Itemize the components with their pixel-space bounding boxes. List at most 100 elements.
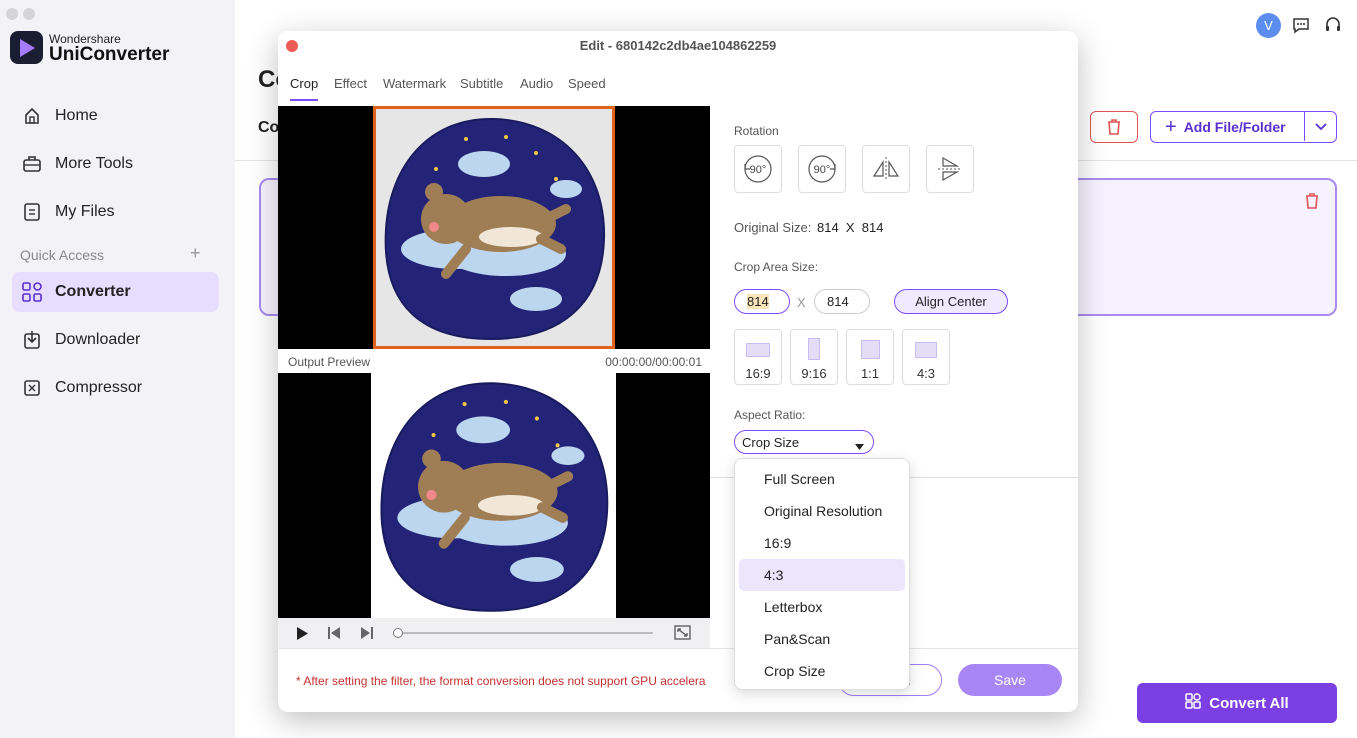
rotate-right-icon: 90° [808, 155, 836, 183]
aspect-ratio-value: Crop Size [742, 434, 800, 450]
sidebar: Wondershare UniConverter Home More Tools… [0, 0, 235, 738]
trash-icon [1105, 118, 1123, 141]
sidebar-item-my-files[interactable]: My Files [12, 192, 219, 232]
aspect-9-16-icon [808, 338, 820, 360]
bear-image [380, 382, 609, 612]
aspect-ratio-dropdown: Full Screen Original Resolution 16:9 4:3… [734, 458, 910, 690]
sidebar-item-home[interactable]: Home [12, 96, 219, 136]
aspect-9-16-button[interactable]: 9:16 [790, 329, 838, 385]
headset-icon[interactable] [1321, 13, 1345, 37]
aspect-ratio-label: Aspect Ratio: [734, 408, 806, 422]
add-file-label: Add File/Folder [1183, 119, 1286, 135]
dropdown-option-letterbox[interactable]: Letterbox [739, 591, 905, 623]
dropdown-option-crop-size[interactable]: Crop Size [739, 655, 905, 687]
crop-frame[interactable] [373, 106, 615, 349]
sidebar-item-label: My Files [55, 203, 115, 220]
rotation-label: Rotation [734, 124, 779, 138]
quick-access-label: Quick Access [20, 247, 105, 263]
convert-icon [1185, 693, 1202, 713]
sidebar-item-compressor[interactable]: Compressor [12, 368, 219, 408]
tab-subtitle[interactable]: Subtitle [460, 76, 503, 91]
add-quick-access-icon[interactable]: + [190, 243, 201, 264]
bear-image [384, 117, 606, 341]
timeline-track[interactable] [398, 632, 653, 634]
next-frame-icon[interactable] [359, 626, 375, 645]
tab-audio[interactable]: Audio [520, 76, 553, 91]
fullscreen-icon[interactable] [674, 625, 691, 645]
sidebar-item-converter[interactable]: Converter [12, 272, 219, 312]
aspect-16-9-icon [746, 343, 770, 357]
aspect-1-1-button[interactable]: 1:1 [846, 329, 894, 385]
compress-icon [21, 377, 43, 399]
previous-frame-icon[interactable] [326, 626, 342, 645]
aspect-1-1-icon [860, 340, 880, 359]
rotate-left-button[interactable]: 90° [734, 145, 782, 193]
active-tab-indicator [290, 99, 318, 101]
flip-horizontal-button[interactable] [862, 145, 910, 193]
timeline-handle[interactable] [393, 628, 403, 638]
svg-text:90°: 90° [750, 164, 767, 176]
crop-width-value: 814 [747, 294, 769, 309]
footer-divider [278, 648, 1078, 649]
aspect-label: 16:9 [745, 366, 771, 381]
dropdown-option-full-screen[interactable]: Full Screen [739, 463, 905, 495]
flip-vertical-button[interactable] [926, 145, 974, 193]
aspect-ratio-select[interactable]: Crop Size [734, 430, 874, 454]
crop-x-separator: X [797, 295, 806, 310]
sidebar-item-more-tools[interactable]: More Tools [12, 144, 219, 184]
dropdown-option-pan-scan[interactable]: Pan&Scan [739, 623, 905, 655]
brand-large: UniConverter [49, 44, 170, 65]
dropdown-option-original-resolution[interactable]: Original Resolution [739, 495, 905, 527]
convert-all-label: Convert All [1209, 694, 1289, 712]
flip-horizontal-icon [872, 157, 900, 181]
sidebar-item-downloader[interactable]: Downloader [12, 320, 219, 360]
aspect-4-3-button[interactable]: 4:3 [902, 329, 950, 385]
dropdown-option-4-3[interactable]: 4:3 [739, 559, 905, 591]
player-controls [278, 618, 710, 648]
sidebar-item-label: Downloader [55, 331, 141, 348]
play-icon[interactable] [296, 626, 309, 646]
svg-text:90°: 90° [814, 164, 831, 176]
window-minimize-dot[interactable] [23, 8, 35, 20]
avatar-letter: V [1264, 18, 1273, 33]
chevron-down-icon[interactable] [1304, 112, 1336, 141]
tab-crop[interactable]: Crop [290, 76, 318, 91]
original-size-value: 814 X 814 [817, 220, 884, 235]
crop-height-value: 814 [827, 294, 849, 309]
aspect-4-3-icon [915, 342, 937, 358]
add-file-button[interactable]: + Add File/Folder [1150, 111, 1337, 143]
page-subtitle: Co [258, 119, 280, 136]
tab-effect[interactable]: Effect [334, 76, 367, 91]
window-close-dot[interactable] [6, 8, 18, 20]
flip-vertical-icon [938, 156, 962, 182]
dialog-title: Edit - 680142c2db4ae104862259 [579, 38, 777, 53]
aspect-label: 1:1 [860, 366, 880, 381]
convert-all-button[interactable]: Convert All [1137, 683, 1337, 723]
app-logo [10, 31, 43, 64]
crop-area-label: Crop Area Size: [734, 260, 819, 274]
home-icon [21, 105, 43, 127]
sidebar-item-label: More Tools [55, 155, 133, 172]
timecode: 00:00:00/00:00:01 [605, 355, 702, 369]
align-center-button[interactable]: Align Center [894, 289, 1008, 314]
dropdown-option-16-9[interactable]: 16:9 [739, 527, 905, 559]
original-size-label: Original Size: [734, 220, 812, 235]
crop-width-input[interactable]: 814 [734, 289, 790, 314]
avatar[interactable]: V [1256, 13, 1281, 38]
rotate-left-icon: 90° [744, 155, 772, 183]
aspect-16-9-button[interactable]: 16:9 [734, 329, 782, 385]
tab-speed[interactable]: Speed [568, 76, 606, 91]
file-icon [21, 201, 43, 223]
sidebar-item-label: Home [55, 107, 98, 124]
trash-icon[interactable] [1303, 192, 1321, 215]
sidebar-item-label: Compressor [55, 379, 143, 396]
crop-height-input[interactable]: 814 [814, 289, 870, 314]
delete-all-button[interactable] [1090, 111, 1138, 143]
crop-preview [278, 106, 710, 349]
edit-dialog: Edit - 680142c2db4ae104862259 Crop Effec… [278, 31, 1078, 712]
tab-watermark[interactable]: Watermark [383, 76, 446, 91]
chat-icon[interactable] [1289, 13, 1313, 37]
output-preview [278, 373, 710, 618]
rotate-right-button[interactable]: 90° [798, 145, 846, 193]
save-button[interactable]: Save [958, 664, 1062, 696]
